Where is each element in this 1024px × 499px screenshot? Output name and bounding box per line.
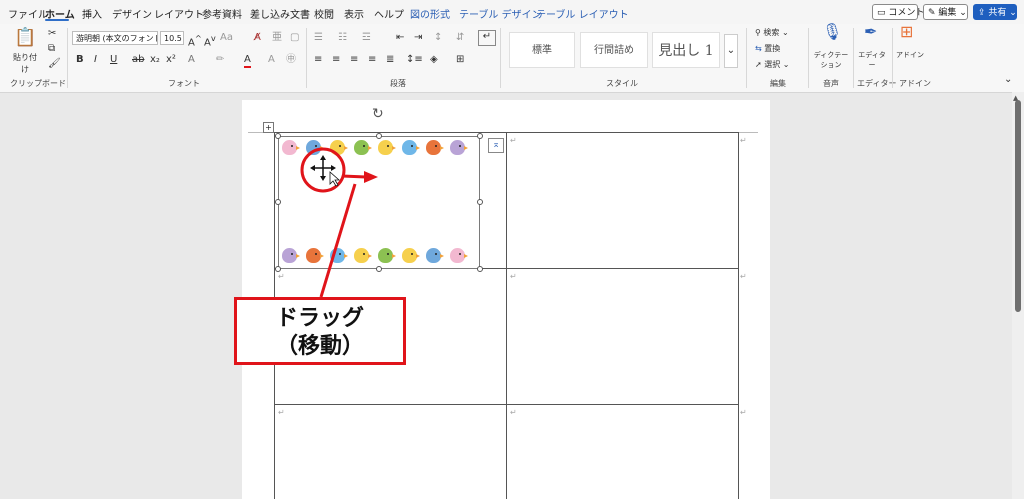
- drag-arrow-head-icon: [364, 171, 378, 183]
- drag-annotation-overlay: [300, 147, 378, 298]
- drag-arrow-shaft: [341, 174, 367, 179]
- callout-pointer: [319, 183, 357, 298]
- callout-line-2: （移動）: [275, 334, 364, 359]
- callout-line-1: ドラッグ: [275, 306, 364, 331]
- scrollbar-thumb[interactable]: [1015, 100, 1021, 312]
- drag-move-callout: ドラッグ （移動）: [234, 297, 406, 365]
- move-cursor-icon: [310, 155, 341, 187]
